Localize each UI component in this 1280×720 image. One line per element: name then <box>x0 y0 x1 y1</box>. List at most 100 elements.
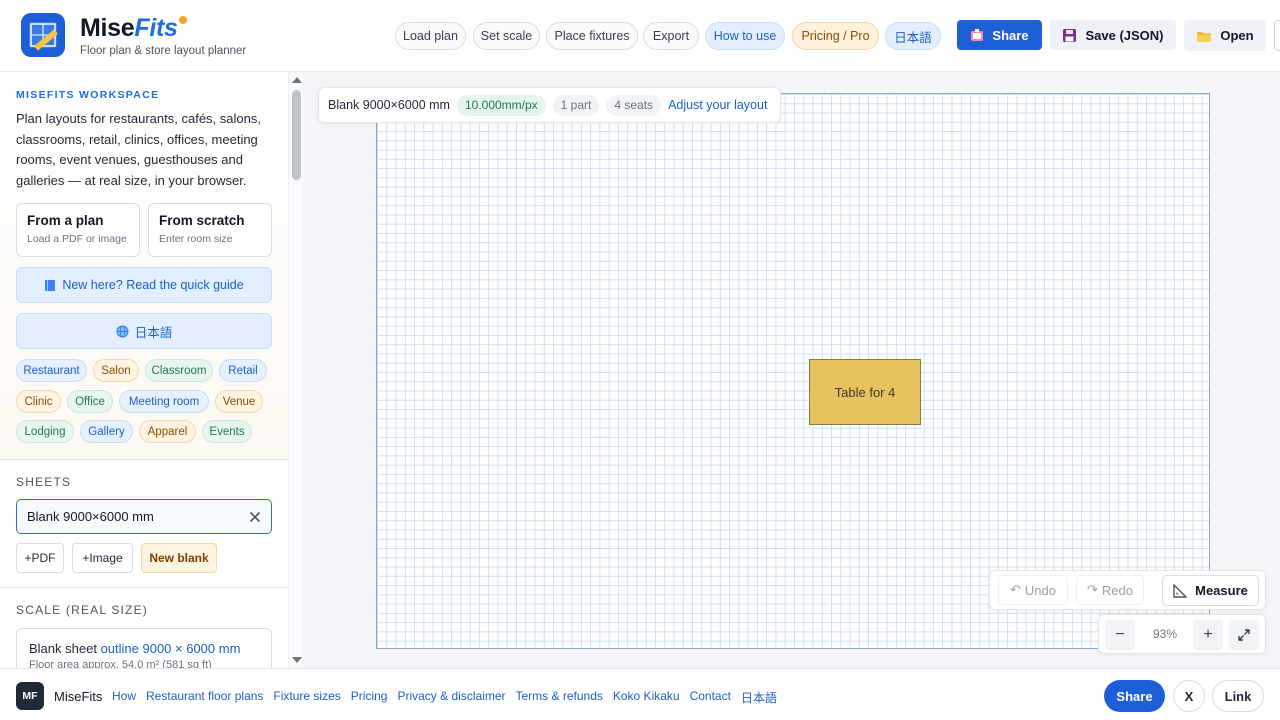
nav-export[interactable]: Export <box>643 22 699 50</box>
zoom-panel: − 93% + <box>1098 614 1266 654</box>
undo-label: Undo <box>1024 582 1056 598</box>
book-icon <box>45 279 56 291</box>
tag-classroom[interactable]: Classroom <box>145 359 213 382</box>
footer-link-privacy[interactable]: Privacy & disclaimer <box>397 689 505 706</box>
zoom-level: 93% <box>1152 627 1178 641</box>
add-image-button[interactable]: +Image <box>72 543 133 573</box>
footer-link-how[interactable]: How <box>112 689 136 706</box>
share-label: Share <box>992 27 1029 43</box>
tag-office[interactable]: Office <box>67 390 113 413</box>
card-subtitle: Load a PDF or image <box>27 233 127 245</box>
tag-salon[interactable]: Salon <box>93 359 139 382</box>
add-pdf-button[interactable]: +PDF <box>16 543 64 573</box>
undo-button[interactable]: ↶ Undo <box>998 575 1068 605</box>
scale-info-box: Blank sheet outline 9000 × 6000 mm Floor… <box>16 628 272 668</box>
table-fixture[interactable]: Table for 4 <box>809 359 921 425</box>
from-plan-card[interactable]: From a plan Load a PDF or image <box>16 203 140 257</box>
footer-logo[interactable]: MF <box>16 682 44 710</box>
workspace-title: MISEFITS WORKSPACE <box>16 89 160 101</box>
overflow-button[interactable] <box>1274 20 1280 51</box>
share-icon <box>971 29 984 41</box>
divider <box>0 459 288 460</box>
scale-line: Blank sheet outline 9000 × 6000 mm <box>29 641 241 656</box>
sheet-name: Blank 9000×6000 mm <box>328 98 450 112</box>
brand-name: MiseFits <box>80 14 246 42</box>
scroll-thumb[interactable] <box>292 90 301 180</box>
tag-apparel[interactable]: Apparel <box>139 420 196 443</box>
sheet-name-input[interactable]: Blank 9000×6000 mm <box>16 499 272 534</box>
grid-sheet[interactable]: Table for 4 <box>376 93 1210 649</box>
tag-gallery[interactable]: Gallery <box>80 420 133 443</box>
footer-link-terms[interactable]: Terms & refunds <box>516 689 603 706</box>
sidebar-scrollbar[interactable] <box>288 72 303 668</box>
tag-venue[interactable]: Venue <box>215 390 263 413</box>
footer-link-koko[interactable]: Koko Kikaku <box>613 689 680 706</box>
tag-clinic[interactable]: Clinic <box>16 390 61 413</box>
history-panel: ↶ Undo ↷ Redo Measure <box>989 570 1266 610</box>
divider <box>0 587 288 588</box>
new-blank-button[interactable]: New blank <box>141 543 217 573</box>
language-button[interactable]: 日本語 <box>16 313 272 349</box>
tag-lodging[interactable]: Lodging <box>16 420 74 443</box>
brand: MiseFits Floor plan & store layout plann… <box>80 14 246 57</box>
footer-link-japanese[interactable]: 日本語 <box>741 689 777 706</box>
footer-share-button[interactable]: Share <box>1104 680 1165 712</box>
nav-place-fixtures[interactable]: Place fixtures <box>546 22 638 50</box>
measure-label: Measure <box>1195 583 1248 598</box>
nav-japanese[interactable]: 日本語 <box>885 22 941 50</box>
floppy-icon <box>1063 28 1077 42</box>
nav-set-scale[interactable]: Set scale <box>473 22 540 50</box>
language-label: 日本語 <box>134 325 173 340</box>
tag-meeting-room[interactable]: Meeting room <box>119 390 209 413</box>
brand-tagline: Floor plan & store layout planner <box>80 45 247 57</box>
undo-icon: ↶ <box>1010 582 1021 597</box>
redo-icon: ↷ <box>1087 582 1098 597</box>
scale-chip: 10.000mm/px <box>456 94 546 116</box>
open-button[interactable]: Open <box>1184 20 1266 51</box>
save-json-button[interactable]: Save (JSON) <box>1050 20 1176 50</box>
parts-chip: 1 part <box>552 94 600 116</box>
redo-label: Redo <box>1101 582 1133 598</box>
tag-events[interactable]: Events <box>202 420 252 443</box>
nav-how-to-use[interactable]: How to use <box>705 22 785 50</box>
sidebar: MISEFITS WORKSPACE Plan layouts for rest… <box>0 72 288 668</box>
zoom-out-button[interactable]: − <box>1105 620 1135 650</box>
quick-guide-button[interactable]: New here? Read the quick guide <box>16 267 272 303</box>
share-button[interactable]: Share <box>957 20 1042 50</box>
footer-brand: MiseFits <box>54 689 103 704</box>
adjust-layout-link[interactable]: Adjust your layout <box>668 98 767 112</box>
card-subtitle: Enter room size <box>159 233 233 245</box>
footer-link-restaurant[interactable]: Restaurant floor plans <box>146 689 263 706</box>
scroll-down-arrow-icon[interactable] <box>292 657 302 663</box>
measure-button[interactable]: Measure <box>1162 575 1259 606</box>
workspace-description: Plan layouts for restaurants, cafés, sal… <box>16 111 261 188</box>
scroll-up-arrow-icon[interactable] <box>292 77 302 83</box>
globe-icon <box>116 325 129 337</box>
expand-icon <box>1238 629 1250 641</box>
card-title: From scratch <box>159 213 245 228</box>
tag-restaurant[interactable]: Restaurant <box>16 359 87 382</box>
footer-link-fixture-sizes[interactable]: Fixture sizes <box>273 689 340 706</box>
sheets-title: SHEETS <box>16 475 72 489</box>
workspace-panel: MISEFITS WORKSPACE Plan layouts for rest… <box>0 72 288 459</box>
misefits-logo-icon[interactable] <box>21 13 65 57</box>
footer-x-button[interactable]: X <box>1173 680 1205 712</box>
footer-link-pricing[interactable]: Pricing <box>351 689 388 706</box>
quick-guide-label: New here? Read the quick guide <box>62 278 244 292</box>
sheet-info-bar: Blank 9000×6000 mm 10.000mm/px 1 part 4 … <box>318 87 781 123</box>
fit-screen-button[interactable] <box>1229 620 1259 650</box>
footer-link-button[interactable]: Link <box>1212 680 1264 712</box>
nav-load-plan[interactable]: Load plan <box>395 22 466 50</box>
sheet-name-value: Blank 9000×6000 mm <box>27 509 154 524</box>
zoom-in-button[interactable]: + <box>1193 620 1223 650</box>
ruler-triangle-icon <box>1173 583 1188 598</box>
close-icon[interactable] <box>249 511 261 523</box>
open-label: Open <box>1220 28 1254 43</box>
tag-retail[interactable]: Retail <box>219 359 267 382</box>
footer-link-contact[interactable]: Contact <box>690 689 731 706</box>
from-scratch-card[interactable]: From scratch Enter room size <box>148 203 272 257</box>
scale-title: SCALE (REAL SIZE) <box>16 603 148 617</box>
redo-button[interactable]: ↷ Redo <box>1076 575 1144 605</box>
nav-pricing[interactable]: Pricing / Pro <box>792 22 879 50</box>
seats-chip: 4 seats <box>606 94 662 116</box>
